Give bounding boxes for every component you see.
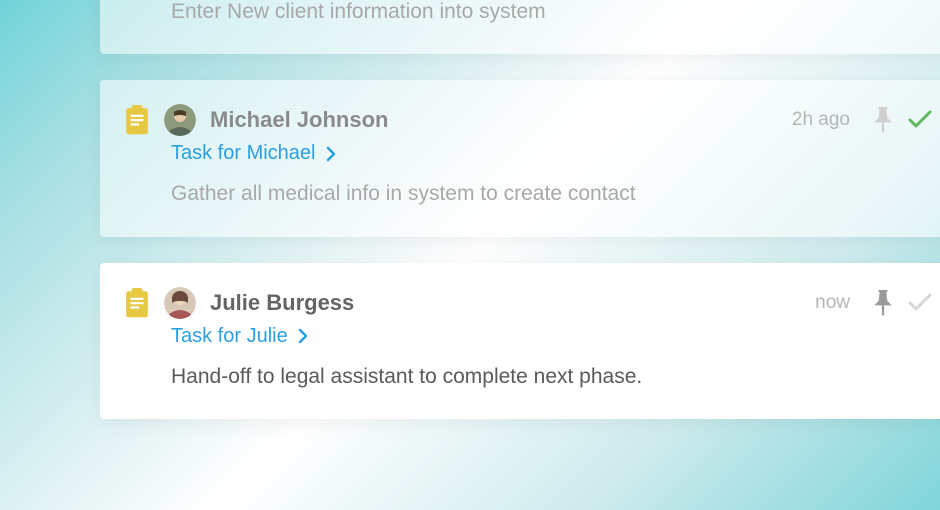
- task-card[interactable]: Julie Burgess now Task for Julie Hand-of…: [100, 263, 940, 419]
- pin-icon[interactable]: [872, 290, 894, 316]
- task-card[interactable]: Enter New client information into system: [100, 0, 940, 54]
- card-actions: [872, 290, 932, 316]
- task-link[interactable]: Task for Michael: [171, 142, 316, 165]
- clipboard-icon: [124, 288, 150, 318]
- clipboard-icon: [124, 105, 150, 135]
- pin-icon[interactable]: [872, 107, 894, 133]
- task-link-row: Task for Michael: [171, 142, 932, 165]
- check-icon[interactable]: [908, 293, 932, 313]
- timestamp: 2h ago: [792, 109, 850, 131]
- timestamp: now: [815, 292, 850, 314]
- card-header: Julie Burgess now: [124, 287, 932, 319]
- card-actions: [872, 107, 932, 133]
- task-link[interactable]: Task for Julie: [171, 325, 288, 348]
- avatar: [164, 104, 196, 136]
- avatar: [164, 287, 196, 319]
- card-header: Michael Johnson 2h ago: [124, 104, 932, 136]
- task-card[interactable]: Michael Johnson 2h ago Task for Michael …: [100, 80, 940, 236]
- chevron-right-icon: [298, 328, 308, 344]
- card-description: Hand-off to legal assistant to complete …: [171, 362, 932, 391]
- author-name: Michael Johnson: [210, 107, 778, 133]
- chevron-right-icon: [326, 146, 336, 162]
- card-description: Enter New client information into system: [171, 0, 932, 26]
- task-feed: Enter New client information into system…: [100, 0, 940, 419]
- check-icon[interactable]: [908, 110, 932, 130]
- task-link-row: Task for Julie: [171, 325, 932, 348]
- card-description: Gather all medical info in system to cre…: [171, 179, 932, 208]
- author-name: Julie Burgess: [210, 290, 801, 316]
